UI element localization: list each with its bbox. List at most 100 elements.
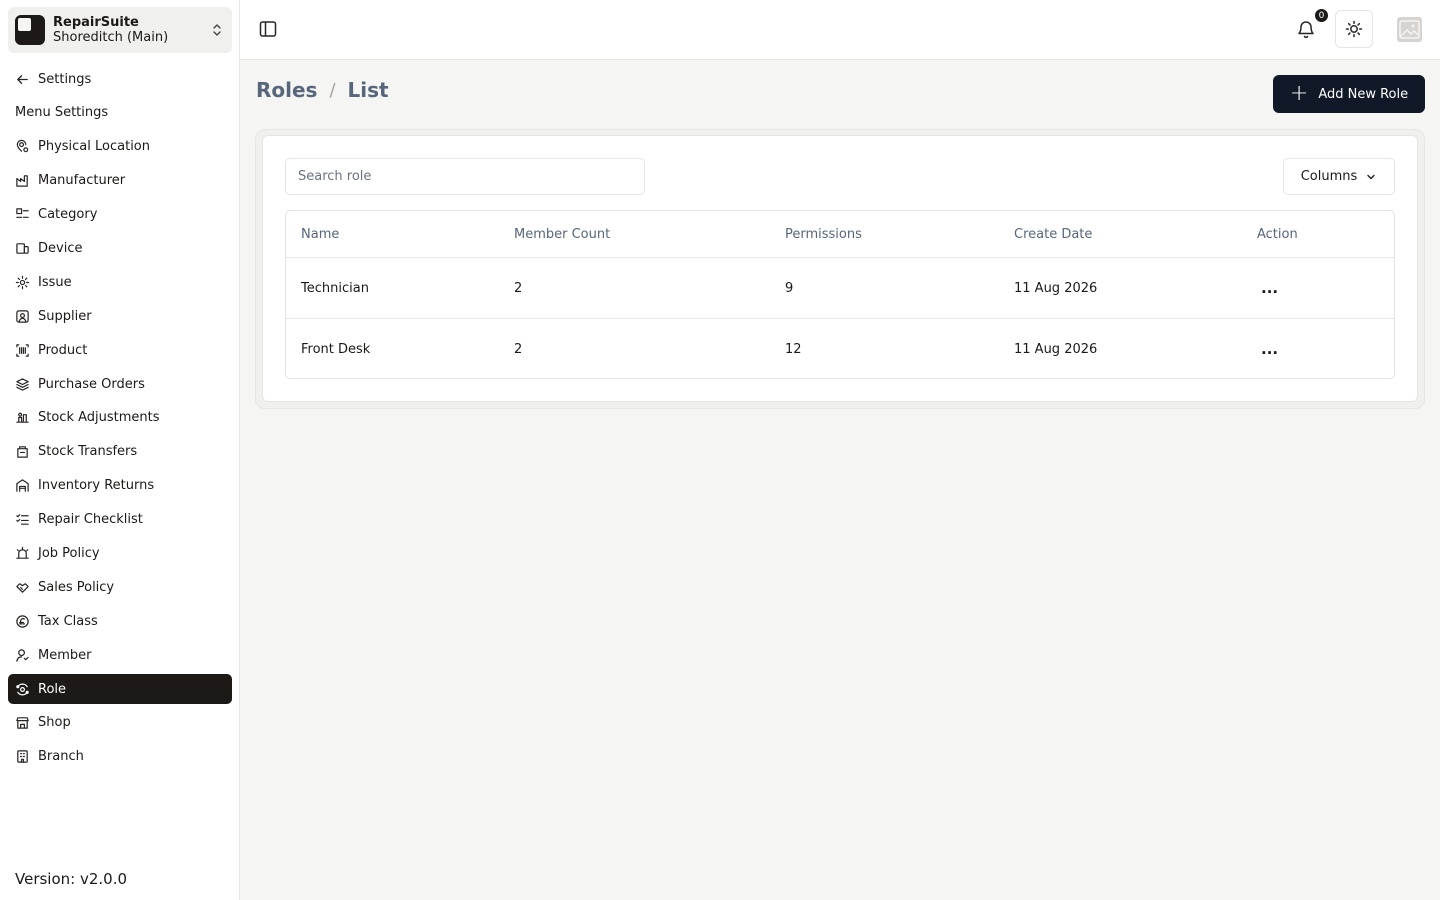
add-new-role-label: Add New Role: [1318, 86, 1409, 102]
theme-toggle-button[interactable]: [1335, 10, 1373, 48]
sidebar-item-label: Manufacturer: [38, 173, 126, 189]
location-icon: [16, 140, 29, 153]
checklist-icon: [16, 514, 29, 525]
adjust-icon: [16, 413, 29, 424]
row-actions-menu-button[interactable]: ...: [1257, 279, 1282, 297]
breadcrumb-roles[interactable]: Roles: [256, 78, 317, 102]
search-role-input[interactable]: [285, 158, 645, 195]
role-name: Technician: [301, 280, 369, 296]
notification-badge: 0: [1314, 8, 1329, 23]
sidebar-item-label: Supplier: [38, 308, 92, 324]
sidebar-item-physical-location[interactable]: Physical Location: [8, 132, 232, 162]
permissions-count: 12: [785, 341, 802, 357]
sidebar-item-label: Member: [38, 647, 92, 663]
sidebar-item-member[interactable]: Member: [8, 640, 232, 670]
breadcrumb-list: List: [347, 78, 389, 102]
topbar: 0: [240, 0, 1440, 60]
workspace-logo: [15, 15, 45, 45]
columns-label: Columns: [1300, 169, 1358, 184]
sidebar-item-repair-checklist[interactable]: Repair Checklist: [8, 505, 232, 535]
sidebar-item-issue[interactable]: Issue: [8, 267, 232, 297]
sidebar-item-label: Stock Adjustments: [38, 410, 160, 426]
workspace-switcher[interactable]: RepairSuite Shoreditch (Main): [8, 7, 232, 53]
transfer-icon: [17, 446, 28, 459]
workspace-text: RepairSuite Shoreditch (Main): [53, 15, 209, 45]
sidebar-item-stock-adjustments[interactable]: Stock Adjustments: [8, 403, 232, 433]
sidebar-item-label: Tax Class: [38, 613, 98, 629]
handshake-icon: [16, 583, 29, 593]
role-name: Front Desk: [301, 341, 371, 357]
back-to-settings[interactable]: Settings: [8, 64, 232, 94]
workspace-name: RepairSuite: [53, 15, 139, 30]
section-label: Menu Settings: [15, 105, 109, 121]
row-actions-menu-button[interactable]: ...: [1257, 340, 1282, 358]
category-icon: [16, 208, 29, 218]
sidebar-item-role[interactable]: Role: [8, 674, 232, 705]
alarm-icon: [16, 546, 29, 559]
header-permissions[interactable]: Permissions: [785, 211, 862, 257]
create-date: 11 Aug 2026: [1014, 341, 1098, 357]
breadcrumb: Roles ∕ List: [256, 76, 389, 104]
role-icon: [16, 683, 29, 695]
sidebar-toggle-icon[interactable]: [258, 19, 278, 39]
roles-table: Name Member Count Permissions Create Dat…: [285, 210, 1395, 379]
member-count: 2: [514, 280, 523, 296]
chevron-up-down-icon: [213, 24, 221, 36]
workspace-branch: Shoreditch (Main): [53, 30, 169, 45]
sidebar-item-manufacturer[interactable]: Manufacturer: [8, 166, 232, 196]
supplier-icon: [16, 310, 29, 323]
sidebar: RepairSuite Shoreditch (Main) Settings M…: [0, 0, 240, 900]
sidebar-item-label: Job Policy: [38, 545, 100, 561]
member-count: 2: [514, 341, 523, 357]
menu-settings-label: Menu Settings: [8, 98, 232, 128]
sidebar-item-tax-class[interactable]: Tax Class: [8, 606, 232, 636]
sidebar-item-label: Inventory Returns: [38, 478, 155, 494]
version-text: Version: v2.0.0: [15, 870, 128, 888]
add-new-role-button[interactable]: + Add New Role: [1273, 75, 1425, 113]
sidebar-item-label: Device: [38, 240, 83, 256]
user-icon: [16, 648, 29, 662]
sidebar-item-label: Role: [38, 681, 67, 697]
sidebar-item-job-policy[interactable]: Job Policy: [8, 538, 232, 568]
layers-icon: [16, 377, 29, 391]
header-name[interactable]: Name: [301, 211, 339, 257]
store-icon: [16, 717, 29, 730]
user-avatar[interactable]: [1397, 17, 1422, 42]
sidebar-item-label: Product: [38, 342, 88, 358]
header-create-date[interactable]: Create Date: [1014, 211, 1092, 257]
cog-icon: [15, 275, 30, 290]
plus-icon: +: [1289, 81, 1309, 106]
header-member-count[interactable]: Member Count: [514, 211, 610, 257]
currency-icon: [16, 615, 29, 628]
table-row[interactable]: Technician 2 9 11 Aug 2026 ...: [286, 257, 1394, 318]
sidebar-item-inventory-returns[interactable]: Inventory Returns: [8, 471, 232, 501]
sidebar-item-stock-transfers[interactable]: Stock Transfers: [8, 437, 232, 467]
sidebar-item-label: Issue: [38, 274, 72, 290]
sidebar-nav: Settings Menu Settings Physical Location…: [8, 64, 232, 776]
sidebar-item-label: Shop: [38, 715, 71, 731]
sidebar-item-label: Stock Transfers: [38, 444, 138, 460]
sidebar-item-label: Physical Location: [38, 139, 150, 155]
back-label: Settings: [38, 71, 92, 87]
warehouse-icon: [16, 479, 29, 492]
image-placeholder-icon: [1399, 20, 1420, 39]
sidebar-item-purchase-orders[interactable]: Purchase Orders: [8, 369, 232, 399]
factory-icon: [16, 175, 28, 187]
sidebar-item-supplier[interactable]: Supplier: [8, 301, 232, 331]
sidebar-item-device[interactable]: Device: [8, 233, 232, 263]
sidebar-item-label: Branch: [38, 749, 84, 765]
columns-button[interactable]: Columns: [1283, 158, 1395, 195]
sidebar-item-branch[interactable]: Branch: [8, 742, 232, 772]
table-header-row: Name Member Count Permissions Create Dat…: [286, 211, 1394, 257]
sidebar-item-sales-policy[interactable]: Sales Policy: [8, 572, 232, 602]
sidebar-item-label: Sales Policy: [38, 579, 115, 595]
sidebar-item-shop[interactable]: Shop: [8, 708, 232, 738]
barcode-icon: [16, 343, 29, 357]
sidebar-item-label: Purchase Orders: [38, 376, 145, 392]
table-row[interactable]: Front Desk 2 12 11 Aug 2026 ...: [286, 318, 1394, 378]
sidebar-item-category[interactable]: Category: [8, 200, 232, 230]
arrow-left-icon: [17, 74, 28, 84]
bell-icon[interactable]: [1296, 18, 1316, 40]
permissions-count: 9: [785, 280, 794, 296]
sidebar-item-product[interactable]: Product: [8, 335, 232, 365]
